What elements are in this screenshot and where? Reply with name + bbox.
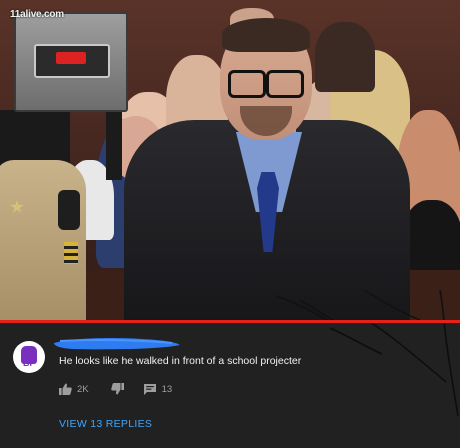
avatar[interactable]: BF xyxy=(13,341,45,373)
reply-count: 13 xyxy=(161,383,173,395)
comment-actions: 2K 13 xyxy=(59,381,172,397)
reply-icon xyxy=(143,383,156,395)
like-button[interactable]: 2K xyxy=(59,383,89,395)
dislike-icon xyxy=(110,383,124,395)
dislike-button[interactable] xyxy=(110,383,124,395)
like-icon xyxy=(59,383,72,395)
drawn-lines xyxy=(275,289,445,320)
video-frame[interactable]: 11alive.com xyxy=(0,0,460,320)
channel-watermark: 11alive.com xyxy=(10,9,64,20)
avatar-initials: BF xyxy=(23,358,35,368)
view-replies-link[interactable]: VIEW 13 REPLIES xyxy=(59,418,152,430)
comment: BF He looks like he walked in front of a… xyxy=(0,323,460,448)
like-count: 2K xyxy=(77,383,89,395)
comment-text: He looks like he walked in front of a sc… xyxy=(59,355,302,367)
reply-button[interactable]: 13 xyxy=(143,383,173,395)
redacted-username xyxy=(54,338,180,350)
